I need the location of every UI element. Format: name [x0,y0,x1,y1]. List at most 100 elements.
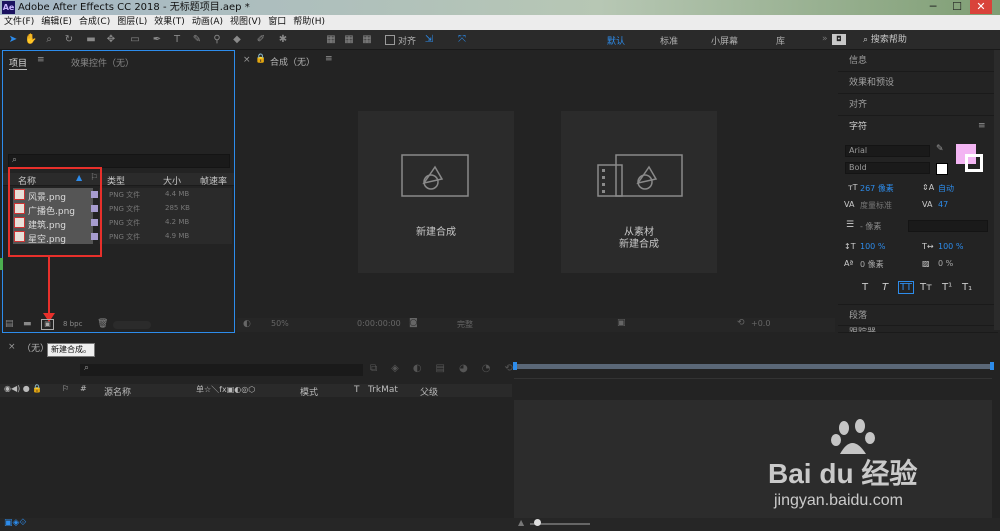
stroke-color-swatch[interactable] [965,154,983,172]
menu-help[interactable]: 帮助(H) [293,15,325,30]
work-area-end[interactable] [990,362,994,370]
rectangle-tool-icon[interactable]: ▭ [128,32,142,47]
timeline-switch-icons[interactable]: ⧉◈◐▤◕◔⟲ [370,363,527,374]
vertical-scale-value[interactable]: 100 % [860,242,885,251]
column-size[interactable]: 大小 [163,174,181,187]
close-tab-icon[interactable]: × [243,55,251,65]
column-source-name[interactable]: 源名称 [104,385,131,398]
view-axis-icon[interactable]: ▦ [360,32,374,47]
roto-brush-tool-icon[interactable]: ✐ [254,32,268,47]
timeline-search-input[interactable]: ⌕ [80,363,363,376]
pan-behind-tool-icon[interactable]: ✥ [104,32,118,47]
reset-exposure-icon[interactable]: ⟲ [737,318,745,328]
work-area-bar[interactable] [514,364,992,369]
close-button[interactable]: ✕ [970,0,992,14]
eraser-tool-icon[interactable]: ◆ [230,32,244,47]
tab-composition[interactable]: 合成（无） [270,55,315,68]
menu-view[interactable]: 视图(V) [230,15,261,30]
snap-options-icon[interactable]: ⇲ [422,32,436,47]
column-preserve-transparency[interactable]: T [354,385,360,395]
workspace-libraries[interactable]: 库 [776,34,785,47]
snap-checkbox[interactable] [385,35,395,45]
all-caps-button[interactable]: TT [898,281,915,294]
tracking-value[interactable]: 47 [938,200,948,209]
project-menu-icon[interactable]: ≡ [37,55,45,65]
brush-tool-icon[interactable]: ✎ [190,32,204,47]
menu-effect[interactable]: 效果(T) [154,15,185,30]
column-type[interactable]: 类型 [107,174,125,187]
panel-tracker[interactable]: 跟踪器 [838,326,998,333]
exposure-value[interactable]: +0.0 [751,319,770,328]
menu-composition[interactable]: 合成(C) [79,15,110,30]
puppet-tool-icon[interactable]: ✱ [276,32,290,47]
camera-tool-icon[interactable]: ▬ [84,32,98,47]
eyedropper-icon[interactable]: ✎ [936,144,944,154]
menu-file[interactable]: 文件(F) [4,15,34,30]
new-composition-button[interactable]: 新建合成 [358,111,514,273]
tab-project[interactable]: 项目 [9,56,28,70]
panel-info[interactable]: 信息 [838,50,998,72]
time-ruler[interactable] [514,378,992,386]
subscript-button[interactable]: T₁ [962,282,972,293]
new-composition-icon[interactable]: ▣ [41,319,54,330]
thumbnail-slider[interactable] [113,321,151,329]
stroke-type-select[interactable] [908,220,988,232]
menu-edit[interactable]: 编辑(E) [41,15,72,30]
panel-effects-presets[interactable]: 效果和预设 [838,72,998,94]
column-parent[interactable]: 父级 [420,385,438,398]
zoom-select[interactable]: 50% [271,319,289,328]
zoom-slider-handle[interactable] [534,519,541,526]
fill-white-swatch[interactable] [936,163,948,175]
clone-stamp-tool-icon[interactable]: ⚲ [210,32,224,47]
interpret-footage-icon[interactable]: ▤ [5,319,14,329]
small-caps-button[interactable]: Tт [920,282,932,293]
project-search-input[interactable]: ⌕ [8,154,230,168]
panel-paragraph[interactable]: 段落 [838,304,998,326]
snapshot-icon[interactable]: ◙ [409,318,418,328]
bit-depth[interactable]: 8 bpc [63,320,82,328]
panel-character[interactable]: 字符 [838,116,998,138]
panel-align[interactable]: 对齐 [838,94,998,116]
lock-icon[interactable]: 🔒 [255,54,266,64]
faux-bold-button[interactable]: T [862,282,868,293]
faux-italic-button[interactable]: T [882,282,888,293]
work-area-start[interactable] [513,362,517,370]
maximize-button[interactable]: ☐ [946,0,968,14]
baseline-shift-value[interactable]: 0 像素 [860,259,884,270]
workspace-overflow-icon[interactable]: » [822,34,828,44]
delete-icon[interactable]: 🗑 [97,319,108,329]
preview-icon[interactable]: ◐ [243,319,251,329]
zoom-out-icon[interactable]: ▲ [518,518,524,527]
resolution-select[interactable]: 完整 [457,319,473,330]
composition-flowchart-icon[interactable]: ▣◈⟐ [4,518,27,528]
menu-animation[interactable]: 动画(A) [192,15,223,30]
tab-timeline[interactable]: （无） [22,341,49,354]
right-scrollbar[interactable] [994,50,1000,330]
workspace-small-screen[interactable]: 小屏幕 [711,34,738,47]
superscript-button[interactable]: T¹ [942,282,952,293]
new-folder-icon[interactable]: ▬ [23,319,32,329]
selection-tool-icon[interactable]: ➤ [6,32,20,47]
font-style-select[interactable]: Bold [845,162,930,174]
comp-menu-icon[interactable]: ≡ [325,54,333,64]
hand-tool-icon[interactable]: ✋ [24,32,38,47]
stroke-width-value[interactable]: - 像素 [860,221,881,232]
world-axis-icon[interactable]: ▦ [342,32,356,47]
leading-value[interactable]: 自动 [938,183,954,194]
fit-icon[interactable]: ⤧ [455,32,469,47]
region-icon[interactable]: ▣ [617,318,626,328]
kerning-value[interactable]: 度量标准 [860,200,892,211]
rotate-tool-icon[interactable]: ↻ [62,32,76,47]
close-timeline-icon[interactable]: × [8,342,16,352]
help-search[interactable]: ⌕ 搜索帮助 [855,32,995,48]
sync-icon[interactable]: ◘ [832,34,846,45]
zoom-tool-icon[interactable]: ⌕ [42,32,56,47]
tsume-value[interactable]: 0 % [938,259,953,268]
menu-window[interactable]: 窗口 [268,15,286,30]
horizontal-scale-value[interactable]: 100 % [938,242,963,251]
menu-layer[interactable]: 图层(L) [117,15,147,30]
column-frame-rate[interactable]: 帧速率 [200,174,227,187]
pen-tool-icon[interactable]: ✒ [150,32,164,47]
layer-switches-header[interactable]: 单☆＼fx▣◐◎⬡ [196,384,255,395]
local-axis-icon[interactable]: ▦ [324,32,338,47]
